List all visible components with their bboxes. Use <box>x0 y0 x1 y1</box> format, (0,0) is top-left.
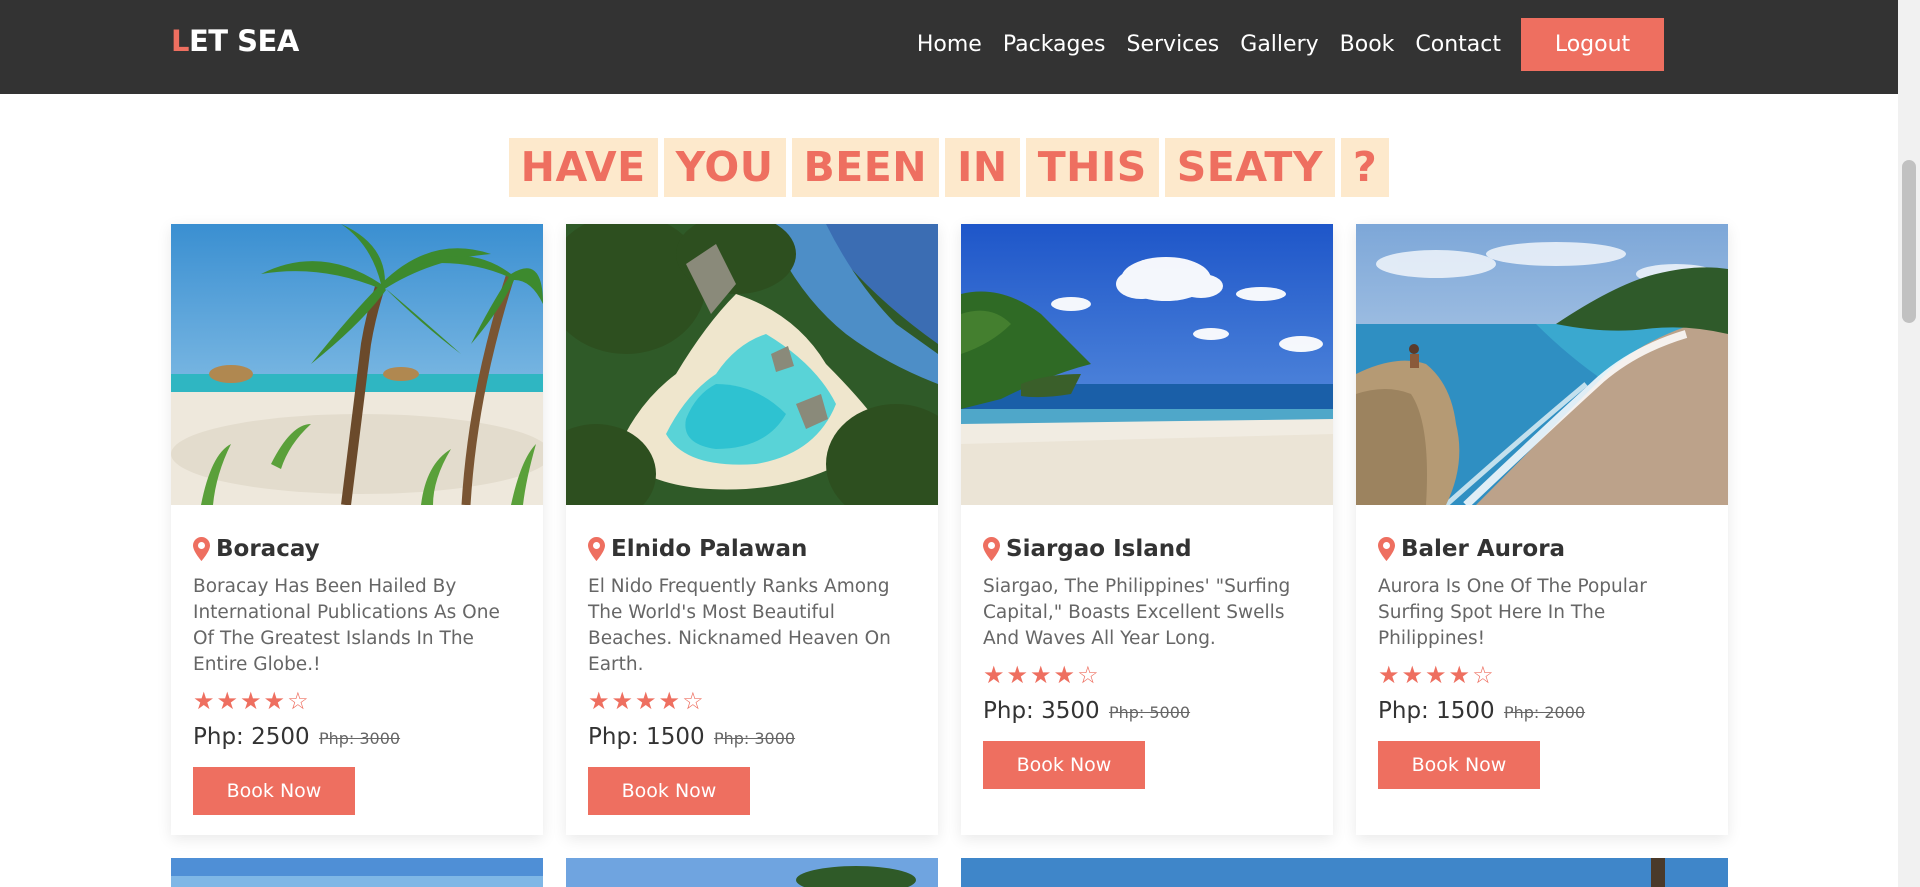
nav-contact[interactable]: Contact <box>1415 19 1501 71</box>
star-rating: ★★★★☆ <box>588 686 916 716</box>
book-now-button[interactable]: Book Now <box>1378 741 1540 789</box>
next-card-photo <box>961 858 1728 887</box>
destination-cards: Boracay Boracay Has Been Hailed By Inter… <box>171 224 1728 835</box>
price-row: Php: 2500 Php: 3000 <box>193 722 521 754</box>
page-scrollbar[interactable] <box>1898 0 1920 887</box>
heading-word: THIS <box>1025 138 1159 197</box>
star-rating: ★★★★☆ <box>983 660 1311 690</box>
next-card-photo <box>171 858 543 887</box>
card-title: Baler Aurora <box>1401 536 1566 562</box>
brand-logo-rest: ET SEA <box>188 24 299 58</box>
price-row: Php: 1500 Php: 3000 <box>588 722 916 754</box>
logout-button[interactable]: Logout <box>1521 18 1664 71</box>
card-title-row: Baler Aurora <box>1378 533 1706 565</box>
star-rating: ★★★★☆ <box>193 686 521 716</box>
star-empty-icon: ☆ <box>1077 661 1101 689</box>
star-filled-icon: ★ <box>1006 661 1031 689</box>
star-filled-icon: ★ <box>588 687 612 715</box>
heading-word: ? <box>1341 138 1390 197</box>
nav-packages[interactable]: Packages <box>1003 19 1106 71</box>
brand-logo[interactable]: LET SEA <box>171 24 299 58</box>
card-title-row: Siargao Island <box>983 533 1311 565</box>
star-rating: ★★★★☆ <box>1378 660 1706 690</box>
nav-gallery[interactable]: Gallery <box>1240 19 1318 71</box>
star-filled-icon: ★ <box>1448 661 1473 689</box>
price-row: Php: 3500 Php: 5000 <box>983 696 1311 728</box>
star-filled-icon: ★ <box>983 661 1007 689</box>
card-old-price: Php: 3000 <box>713 729 796 748</box>
heading-word: HAVE <box>508 138 658 197</box>
map-pin-icon <box>1378 537 1395 561</box>
star-filled-icon: ★ <box>1425 661 1449 689</box>
card-title: Elnido Palawan <box>611 536 808 562</box>
card-old-price: Php: 5000 <box>1108 703 1191 722</box>
star-filled-icon: ★ <box>263 687 288 715</box>
next-card-photo <box>566 858 938 887</box>
star-empty-icon: ☆ <box>287 687 311 715</box>
star-filled-icon: ★ <box>240 687 264 715</box>
card-description: Siargao, The Philippines' "Surfing Capit… <box>983 576 1291 649</box>
card-title-row: Boracay <box>193 533 521 565</box>
card-title: Siargao Island <box>1006 536 1192 562</box>
main-nav: Home Packages Services Gallery Book Cont… <box>917 18 1664 71</box>
star-filled-icon: ★ <box>216 687 241 715</box>
star-filled-icon: ★ <box>193 687 217 715</box>
star-empty-icon: ☆ <box>1472 661 1496 689</box>
nav-home[interactable]: Home <box>917 19 982 71</box>
scrollbar-thumb[interactable] <box>1902 160 1916 323</box>
star-filled-icon: ★ <box>1030 661 1054 689</box>
book-now-button[interactable]: Book Now <box>983 741 1145 789</box>
book-now-button[interactable]: Book Now <box>193 767 355 815</box>
star-empty-icon: ☆ <box>682 687 706 715</box>
card-price: Php: 1500 <box>1378 698 1495 724</box>
card-description: Boracay Has Been Hailed By International… <box>193 576 500 675</box>
brand-logo-first-letter: L <box>171 24 189 58</box>
nav-book[interactable]: Book <box>1340 19 1395 71</box>
card-description: El Nido Frequently Ranks Among The World… <box>588 576 891 675</box>
map-pin-icon <box>983 537 1000 561</box>
heading-word: YOU <box>663 138 786 197</box>
map-pin-icon <box>193 537 210 561</box>
star-filled-icon: ★ <box>1053 661 1078 689</box>
card-price: Php: 1500 <box>588 724 705 750</box>
star-filled-icon: ★ <box>635 687 659 715</box>
star-filled-icon: ★ <box>611 687 636 715</box>
card-old-price: Php: 3000 <box>318 729 401 748</box>
card-old-price: Php: 2000 <box>1503 703 1586 722</box>
card-title: Boracay <box>216 536 320 562</box>
card-price: Php: 3500 <box>983 698 1100 724</box>
nav-services[interactable]: Services <box>1127 19 1220 71</box>
section-heading: HAVE YOU BEEN IN THIS SEATY ? <box>0 138 1898 197</box>
card-title-row: Elnido Palawan <box>588 533 916 565</box>
baler-photo <box>1356 224 1728 505</box>
star-filled-icon: ★ <box>658 687 683 715</box>
price-row: Php: 1500 Php: 2000 <box>1378 696 1706 728</box>
heading-word: BEEN <box>791 138 940 197</box>
heading-word: SEATY <box>1164 138 1336 197</box>
heading-word: IN <box>945 138 1020 197</box>
star-filled-icon: ★ <box>1401 661 1426 689</box>
site-header: LET SEA Home Packages Services Gallery B… <box>0 0 1898 94</box>
card-price: Php: 2500 <box>193 724 310 750</box>
boracay-photo <box>171 224 543 505</box>
map-pin-icon <box>588 537 605 561</box>
elnido-photo <box>566 224 938 505</box>
star-filled-icon: ★ <box>1378 661 1402 689</box>
siargao-photo <box>961 224 1333 505</box>
destination-card-baler: Baler Aurora Aurora Is One Of The Popula… <box>1356 224 1728 835</box>
destination-card-siargao: Siargao Island Siargao, The Philippines'… <box>961 224 1333 835</box>
card-description: Aurora Is One Of The Popular Surfing Spo… <box>1378 576 1647 649</box>
destination-card-boracay: Boracay Boracay Has Been Hailed By Inter… <box>171 224 543 835</box>
destination-card-elnido: Elnido Palawan El Nido Frequently Ranks … <box>566 224 938 835</box>
next-row-cards <box>171 858 1728 887</box>
book-now-button[interactable]: Book Now <box>588 767 750 815</box>
